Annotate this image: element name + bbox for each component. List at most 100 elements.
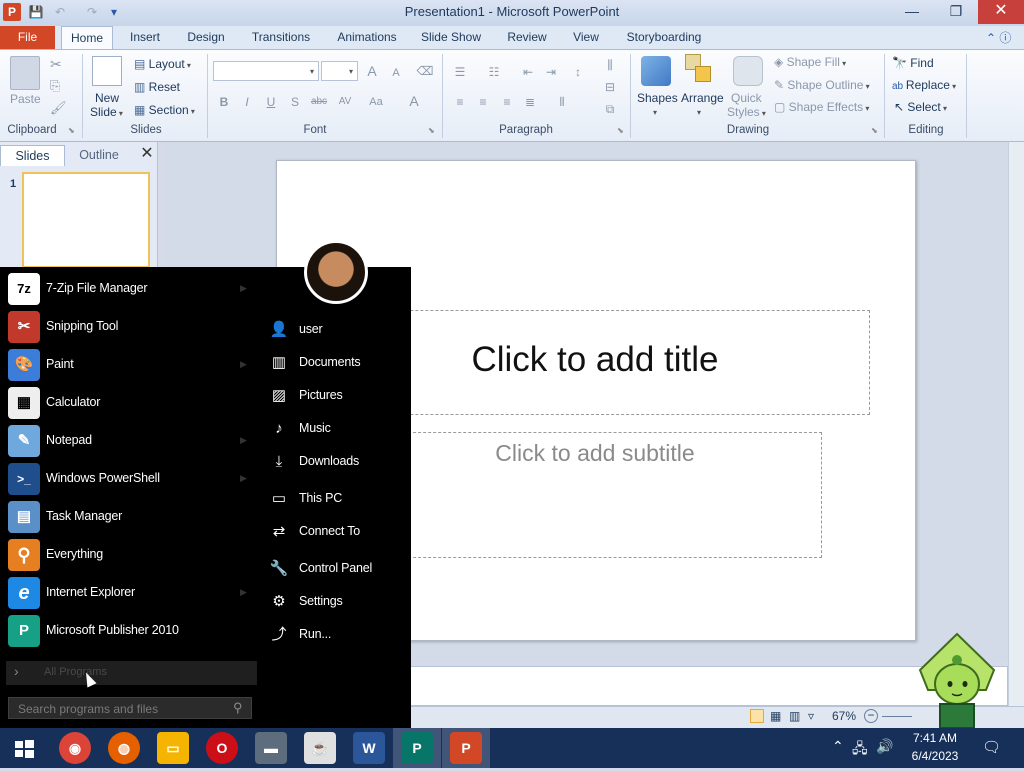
shadow-button[interactable]: S — [285, 92, 305, 112]
tab-storyboarding[interactable]: Storyboarding — [622, 26, 706, 50]
tab-slides[interactable]: Slides — [0, 145, 65, 166]
clock-date[interactable]: 6/4/2023 — [900, 749, 970, 763]
program-item-publisher[interactable]: P Microsoft Publisher 2010 — [6, 613, 256, 651]
columns-icon[interactable]: ⫴ — [552, 92, 572, 112]
redo-icon[interactable]: ↷ — [84, 4, 100, 20]
chevron-right-icon[interactable]: ▶ — [240, 587, 247, 598]
tab-animations[interactable]: Animations — [332, 26, 402, 50]
chrome-icon[interactable]: ◉ — [59, 732, 91, 764]
search-icon[interactable]: ⚲ — [233, 700, 243, 716]
user-avatar[interactable] — [304, 240, 368, 304]
strikethrough-button[interactable]: abc — [309, 92, 329, 112]
word-icon[interactable]: W — [353, 732, 385, 764]
new-slide-button[interactable]: New — [95, 91, 119, 105]
tab-review[interactable]: Review — [502, 26, 552, 50]
network-tray-icon[interactable]: 🖧 — [852, 738, 868, 762]
shapes-button[interactable]: Shapes — [637, 91, 678, 105]
program-item-7zip[interactable]: 7z 7-Zip File Manager ▶ — [6, 271, 256, 309]
paste-button[interactable]: Paste — [10, 92, 41, 106]
file-explorer-icon[interactable]: ▭ — [157, 732, 189, 764]
chevron-right-icon[interactable]: ▶ — [240, 283, 247, 294]
section-button[interactable]: ▦ Section ▾ — [134, 101, 195, 119]
tab-view[interactable]: View — [568, 26, 604, 50]
firefox-icon[interactable]: ◍ — [108, 732, 140, 764]
all-programs-button[interactable]: › All Programs — [6, 661, 257, 685]
quick-styles-icon[interactable] — [733, 56, 763, 86]
tab-outline[interactable]: Outline — [66, 145, 132, 166]
start-button[interactable] — [0, 728, 48, 768]
notifications-icon[interactable]: 🗨 — [982, 738, 1001, 756]
shapes-icon[interactable] — [641, 56, 671, 86]
place-documents[interactable]: ▥ Documents — [268, 349, 408, 377]
shrink-font-button[interactable]: A — [386, 63, 406, 83]
select-button[interactable]: ↖ Select ▾ — [894, 98, 947, 116]
tab-insert[interactable]: Insert — [122, 26, 168, 50]
bold-button[interactable]: B — [214, 92, 234, 112]
place-pictures[interactable]: ▨ Pictures — [268, 382, 408, 410]
place-connect-to[interactable]: ⇄ Connect To — [268, 518, 408, 546]
zoom-level[interactable]: 67% — [832, 709, 856, 723]
place-music[interactable]: ♪ Music — [268, 415, 408, 443]
justify-icon[interactable]: ≣ — [520, 92, 540, 112]
shape-outline-button[interactable]: ✎ Shape Outline ▾ — [774, 76, 870, 94]
network-icon[interactable]: ▬ — [255, 732, 287, 764]
place-user[interactable]: 👤 user — [268, 316, 408, 344]
zoom-slider[interactable] — [882, 716, 912, 717]
arrange-icon[interactable] — [685, 54, 713, 86]
powerpoint-logo-icon[interactable]: P — [3, 3, 21, 21]
tab-slide-show[interactable]: Slide Show — [418, 26, 484, 50]
chevron-right-icon[interactable]: ▶ — [240, 359, 247, 370]
tab-transitions[interactable]: Transitions — [246, 26, 316, 50]
dialog-launcher-icon[interactable]: ⬊ — [617, 126, 624, 135]
decrease-indent-icon[interactable]: ⇤ — [518, 62, 538, 82]
save-icon[interactable]: 💾 — [28, 4, 44, 20]
reading-view-icon[interactable]: ▥ — [789, 709, 800, 723]
smartart-icon[interactable]: ⧉ — [600, 99, 620, 119]
java-icon[interactable]: ☕ — [304, 732, 336, 764]
help-icon[interactable]: ⌃ ⓘ — [986, 29, 1011, 46]
slide-sorter-icon[interactable]: ▦ — [770, 709, 781, 723]
place-settings[interactable]: ⚙ Settings — [268, 588, 408, 616]
publisher-icon[interactable]: P — [401, 732, 433, 764]
line-spacing-icon[interactable]: ↕ — [568, 62, 588, 82]
dialog-launcher-icon[interactable]: ⬊ — [68, 126, 75, 135]
program-item-calculator[interactable]: ▦ Calculator — [6, 385, 256, 423]
place-control-panel[interactable]: 🔧 Control Panel — [268, 555, 408, 583]
search-input[interactable]: Search programs and files ⚲ — [8, 697, 252, 719]
slide-thumbnail[interactable] — [22, 172, 150, 268]
font-color-button[interactable]: A — [404, 91, 424, 111]
program-item-everything[interactable]: ⚲ Everything — [6, 537, 256, 575]
change-case-button[interactable]: Aa — [366, 92, 386, 112]
program-item-task-manager[interactable]: ▤ Task Manager — [6, 499, 256, 537]
grow-font-button[interactable]: A — [362, 61, 382, 81]
subtitle-placeholder-text[interactable]: Click to add subtitle — [368, 440, 822, 467]
program-item-powershell[interactable]: >_ Windows PowerShell ▶ — [6, 461, 256, 499]
chevron-right-icon[interactable]: ▶ — [240, 435, 247, 446]
replace-button[interactable]: ab Replace ▾ — [892, 76, 956, 94]
quick-styles-button[interactable]: Quick — [731, 91, 762, 105]
reset-button[interactable]: ▥ Reset — [134, 78, 180, 96]
tab-design[interactable]: Design — [182, 26, 230, 50]
text-direction-icon[interactable]: ⫼ — [600, 55, 620, 75]
place-run[interactable]: ⤴ Run... — [268, 621, 408, 649]
close-button[interactable]: ✕ — [978, 0, 1024, 24]
program-item-paint[interactable]: 🎨 Paint ▶ — [6, 347, 256, 385]
new-slide-button-line2[interactable]: Slide ▾ — [90, 105, 123, 119]
place-downloads[interactable]: ⤓ Downloads — [268, 448, 408, 476]
clear-formatting-icon[interactable]: ⌫ — [415, 61, 435, 81]
show-hidden-icons-icon[interactable]: ⌃ — [832, 738, 844, 755]
layout-button[interactable]: ▤ Layout ▾ — [134, 55, 191, 73]
character-spacing-button[interactable]: AV — [335, 92, 355, 112]
volume-icon[interactable]: 🔊 — [876, 738, 893, 755]
align-right-icon[interactable]: ≡ — [497, 92, 517, 112]
minimize-button[interactable]: — — [890, 0, 934, 24]
slide-show-icon[interactable]: ▿ — [808, 709, 814, 723]
font-name-dropdown[interactable]: ▾ — [213, 61, 319, 81]
align-text-icon[interactable]: ⊟ — [600, 77, 620, 97]
chevron-right-icon[interactable]: ▶ — [240, 473, 247, 484]
customize-quick-access-icon[interactable]: ▾ — [106, 4, 122, 20]
copy-icon[interactable]: ⎘ — [50, 78, 60, 94]
dialog-launcher-icon[interactable]: ⬊ — [871, 126, 878, 135]
tab-home[interactable]: Home — [61, 26, 113, 50]
bullets-icon[interactable]: ☰ — [450, 62, 470, 82]
